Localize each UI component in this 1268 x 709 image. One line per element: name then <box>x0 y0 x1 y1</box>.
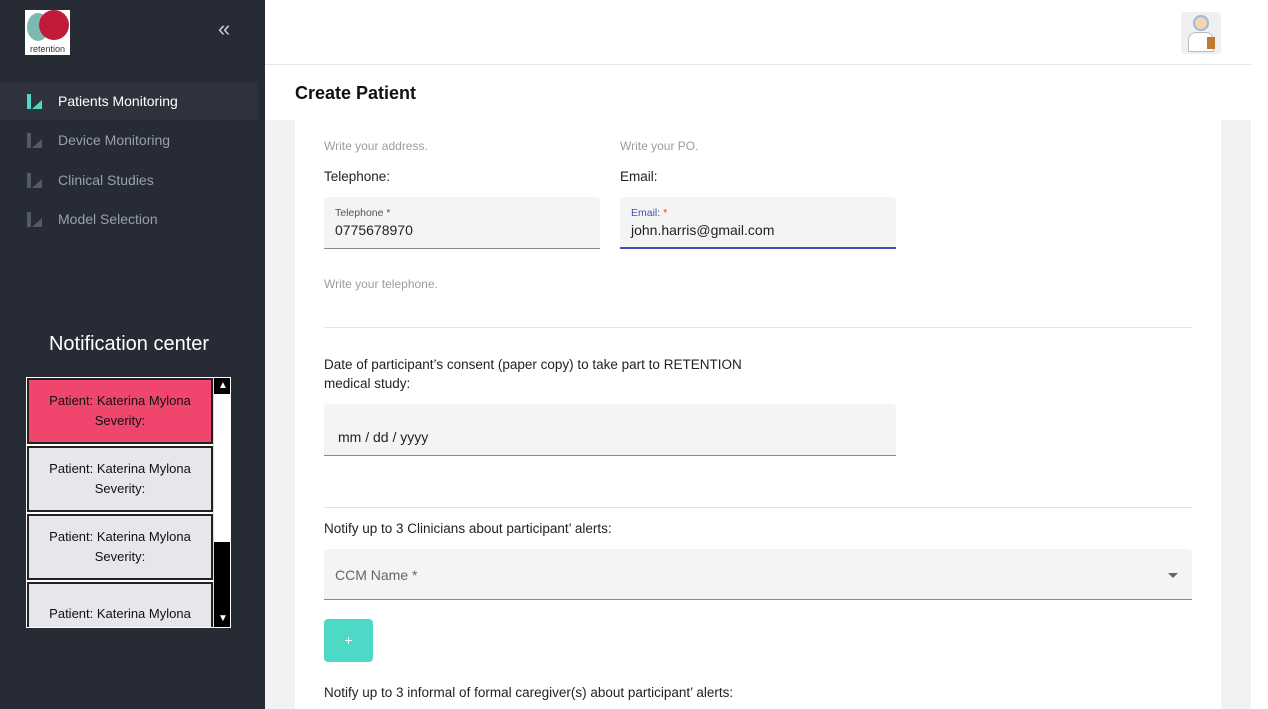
clinicians-label: Notify up to 3 Clinicians about particip… <box>324 521 612 536</box>
sidebar-item-patients-monitoring[interactable]: Patients Monitoring <box>0 82 258 120</box>
notification-severity: Severity: <box>94 549 146 564</box>
scroll-down-icon[interactable]: ▼ <box>214 611 230 627</box>
email-label: Email: <box>620 169 658 184</box>
notification-list[interactable]: Patient: Katerina Mylona Severity: Patie… <box>26 377 231 628</box>
sidebar-item-label: Device Monitoring <box>58 132 171 148</box>
ccm-name-select[interactable]: CCM Name * <box>324 549 1192 600</box>
scroll-thumb[interactable] <box>214 542 230 612</box>
notification-item[interactable]: Patient: Katerina Mylona <box>27 582 213 627</box>
consent-date-input[interactable]: mm / dd / yyyy <box>324 404 896 456</box>
address-hint: Write your address. <box>324 139 428 153</box>
notification-item[interactable]: Patient: Katerina Mylona Severity: <box>27 514 213 580</box>
sidebar-item-label: Model Selection <box>58 211 158 227</box>
telephone-value: 0775678970 <box>335 222 413 238</box>
notification-item[interactable]: Patient: Katerina Mylona Severity: <box>27 378 213 444</box>
top-bar <box>265 0 1251 65</box>
notification-patient: Patient: Katerina Mylona <box>49 461 191 476</box>
date-placeholder: mm / dd / yyyy <box>338 429 429 445</box>
chart-icon <box>27 93 42 109</box>
notification-center-title: Notification center <box>48 333 210 355</box>
po-hint: Write your PO. <box>620 139 699 153</box>
sidebar-item-device-monitoring[interactable]: Device Monitoring <box>0 121 258 159</box>
doctor-avatar-icon[interactable] <box>1181 12 1221 54</box>
divider <box>324 507 1192 508</box>
telephone-hint: Write your telephone. <box>324 277 438 291</box>
notification-patient: Patient: Katerina Mylona <box>49 606 191 621</box>
add-clinician-button[interactable]: + <box>324 619 373 662</box>
divider <box>324 327 1192 328</box>
notification-severity: Severity: <box>94 481 146 496</box>
notification-patient: Patient: Katerina Mylona <box>49 529 191 544</box>
retention-logo[interactable]: retention <box>25 10 70 55</box>
telephone-field[interactable]: Telephone * 0775678970 <box>324 197 600 249</box>
scroll-up-icon[interactable]: ▲ <box>214 378 230 394</box>
page-title: Create Patient <box>295 83 417 103</box>
notification-item[interactable]: Patient: Katerina Mylona Severity: <box>27 446 213 512</box>
sidebar: retention « Patients Monitoring Device M… <box>0 0 265 709</box>
email-value: john.harris@gmail.com <box>631 222 775 238</box>
sidebar-item-model-selection[interactable]: Model Selection <box>0 200 258 238</box>
notification-patient: Patient: Katerina Mylona <box>49 393 191 408</box>
chart-icon <box>27 132 42 148</box>
telephone-field-label: Telephone * <box>335 207 391 219</box>
telephone-label: Telephone: <box>324 169 391 184</box>
sidebar-item-clinical-studies[interactable]: Clinical Studies <box>0 161 258 199</box>
sidebar-item-label: Patients Monitoring <box>58 93 178 109</box>
consent-label-line1: Date of participant’s consent (paper cop… <box>324 357 742 372</box>
caregivers-label: Notify up to 3 informal of formal caregi… <box>324 685 734 700</box>
notification-scrollbar[interactable]: ▲ ▼ <box>213 378 230 627</box>
email-field[interactable]: Email: * john.harris@gmail.com <box>620 197 896 249</box>
chart-icon <box>27 211 42 227</box>
dropdown-arrow-icon <box>1168 573 1178 578</box>
collapse-sidebar-icon[interactable]: « <box>218 18 240 40</box>
chart-icon <box>27 172 42 188</box>
sidebar-item-label: Clinical Studies <box>58 172 154 188</box>
consent-label-line2: medical study: <box>324 376 411 391</box>
email-field-label: Email: * <box>631 207 668 219</box>
ccm-placeholder: CCM Name * <box>335 567 418 583</box>
notification-severity: Severity: <box>94 413 146 428</box>
